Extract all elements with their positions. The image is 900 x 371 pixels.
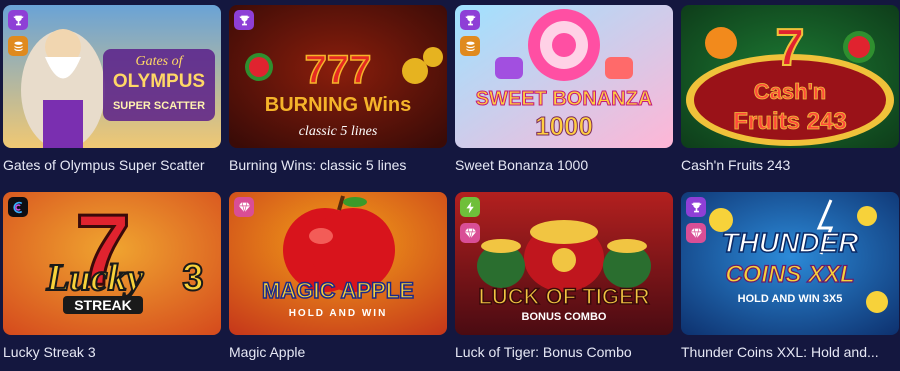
art-text: BURNING Wins <box>265 94 411 116</box>
coin-stack-icon <box>460 36 480 56</box>
game-title[interactable]: Luck of Tiger: Bonus Combo <box>455 344 673 360</box>
bolt-icon <box>460 197 480 217</box>
art-text: OLYMPUS <box>113 71 205 92</box>
art-text: classic 5 lines <box>299 124 378 139</box>
game-art-cashn-fruits: 7 Cash'n Fruits 243 <box>681 5 899 148</box>
game-title[interactable]: Magic Apple <box>229 344 447 360</box>
games-grid: Gates of OLYMPUS SUPER SCATTER Gates of … <box>0 0 900 371</box>
art-text: HOLD AND WIN <box>289 308 388 319</box>
game-art-thunder-coins-xxl: THUNDER COINS XXL HOLD AND WIN 3X5 <box>681 192 899 335</box>
game-art-magic-apple: MAGIC APPLE HOLD AND WIN <box>229 192 447 335</box>
trophy-icon <box>234 10 254 30</box>
game-thumbnail[interactable]: 777 BURNING Wins classic 5 lines <box>229 5 447 148</box>
art-text: BONUS COMBO <box>522 311 607 323</box>
game-card-magic-apple[interactable]: MAGIC APPLE HOLD AND WIN Magic Apple <box>229 192 447 360</box>
game-title[interactable]: Sweet Bonanza 1000 <box>455 157 673 173</box>
game-thumbnail[interactable]: MAGIC APPLE HOLD AND WIN <box>229 192 447 335</box>
game-card-cashn-fruits[interactable]: 7 Cash'n Fruits 243 Cash'n Fruits 243 <box>681 5 899 173</box>
art-text: 1000 <box>535 111 593 141</box>
game-art-luck-of-tiger: LUCK OF TIGER BONUS COMBO <box>455 192 673 335</box>
art-text: LUCK OF TIGER <box>478 284 649 309</box>
coin-stack-icon <box>8 36 28 56</box>
art-text: Cash'n <box>754 79 826 104</box>
game-art-lucky-streak-3: 7 Lucky 3 STREAK <box>3 192 221 335</box>
trophy-icon <box>686 197 706 217</box>
game-title[interactable]: Lucky Streak 3 <box>3 344 221 360</box>
game-title[interactable]: Burning Wins: classic 5 lines <box>229 157 447 173</box>
game-title[interactable]: Thunder Coins XXL: Hold and... <box>681 344 899 360</box>
game-thumbnail[interactable]: Gates of OLYMPUS SUPER SCATTER <box>3 5 221 148</box>
art-text: SUPER SCATTER <box>113 100 205 112</box>
diamond-icon <box>686 223 706 243</box>
game-thumbnail[interactable]: THUNDER COINS XXL HOLD AND WIN 3X5 <box>681 192 899 335</box>
art-text: Gates of <box>135 54 184 69</box>
art-text: MAGIC APPLE <box>262 278 414 303</box>
art-text: HOLD AND WIN 3X5 <box>738 293 843 305</box>
provider-logo-icon <box>8 197 28 217</box>
game-title[interactable]: Gates of Olympus Super Scatter <box>3 157 221 173</box>
game-thumbnail[interactable]: 7 Cash'n Fruits 243 <box>681 5 899 148</box>
art-text: COINS XXL <box>725 261 854 288</box>
diamond-icon <box>234 197 254 217</box>
game-thumbnail[interactable]: LUCK OF TIGER BONUS COMBO <box>455 192 673 335</box>
game-art-burning-wins: 777 BURNING Wins classic 5 lines <box>229 5 447 148</box>
art-text: 777 <box>305 48 372 92</box>
art-text: SWEET BONANZA <box>476 88 653 110</box>
art-text: Fruits 243 <box>733 108 846 135</box>
art-text: 3 <box>182 257 203 299</box>
art-text: STREAK <box>74 297 132 313</box>
art-text: Lucky <box>45 257 143 299</box>
game-art-gates-of-olympus: Gates of OLYMPUS SUPER SCATTER <box>3 5 221 148</box>
game-card-lucky-streak-3[interactable]: 7 Lucky 3 STREAK Lucky Streak 3 <box>3 192 221 360</box>
game-art-sweet-bonanza: SWEET BONANZA 1000 <box>455 5 673 148</box>
game-card-gates-of-olympus[interactable]: Gates of OLYMPUS SUPER SCATTER Gates of … <box>3 5 221 173</box>
game-card-thunder-coins-xxl[interactable]: THUNDER COINS XXL HOLD AND WIN 3X5 Thund… <box>681 192 899 360</box>
game-thumbnail[interactable]: SWEET BONANZA 1000 <box>455 5 673 148</box>
game-title[interactable]: Cash'n Fruits 243 <box>681 157 899 173</box>
game-card-luck-of-tiger[interactable]: LUCK OF TIGER BONUS COMBO Luck of Tiger:… <box>455 192 673 360</box>
game-card-burning-wins[interactable]: 777 BURNING Wins classic 5 lines Burning… <box>229 5 447 173</box>
trophy-icon <box>460 10 480 30</box>
game-thumbnail[interactable]: 7 Lucky 3 STREAK <box>3 192 221 335</box>
game-card-sweet-bonanza[interactable]: SWEET BONANZA 1000 Sweet Bonanza 1000 <box>455 5 673 173</box>
art-text: THUNDER <box>722 227 860 258</box>
trophy-icon <box>8 10 28 30</box>
art-text: 7 <box>776 19 805 77</box>
diamond-icon <box>460 223 480 243</box>
